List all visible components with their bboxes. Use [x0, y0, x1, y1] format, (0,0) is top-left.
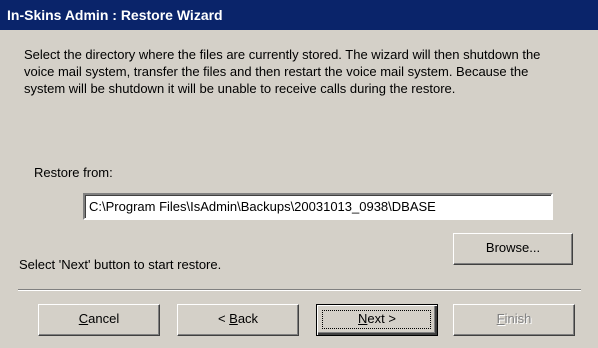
cancel-button-label: Cancel [78, 311, 120, 326]
back-button[interactable]: < Back [177, 304, 299, 336]
finish-button[interactable]: Finish [453, 304, 575, 336]
start-hint: Select 'Next' button to start restore. [19, 257, 222, 272]
restore-wizard-dialog: In-Skins Admin : Restore Wizard Select t… [0, 0, 598, 348]
browse-button-label: Browse... [485, 240, 541, 255]
next-button[interactable]: Next > [316, 304, 438, 336]
separator-line [18, 289, 581, 291]
finish-button-label: Finish [496, 311, 532, 326]
cancel-button[interactable]: Cancel [38, 304, 160, 336]
restore-from-label: Restore from: [34, 165, 113, 180]
wizard-description: Select the directory where the files are… [24, 47, 541, 96]
title-bar: In-Skins Admin : Restore Wizard [0, 0, 598, 30]
restore-path-input[interactable] [83, 193, 553, 220]
back-button-label: < Back [217, 311, 259, 326]
next-button-label: Next > [358, 311, 396, 326]
window-title: In-Skins Admin : Restore Wizard [7, 7, 223, 23]
browse-button[interactable]: Browse... [453, 233, 573, 265]
